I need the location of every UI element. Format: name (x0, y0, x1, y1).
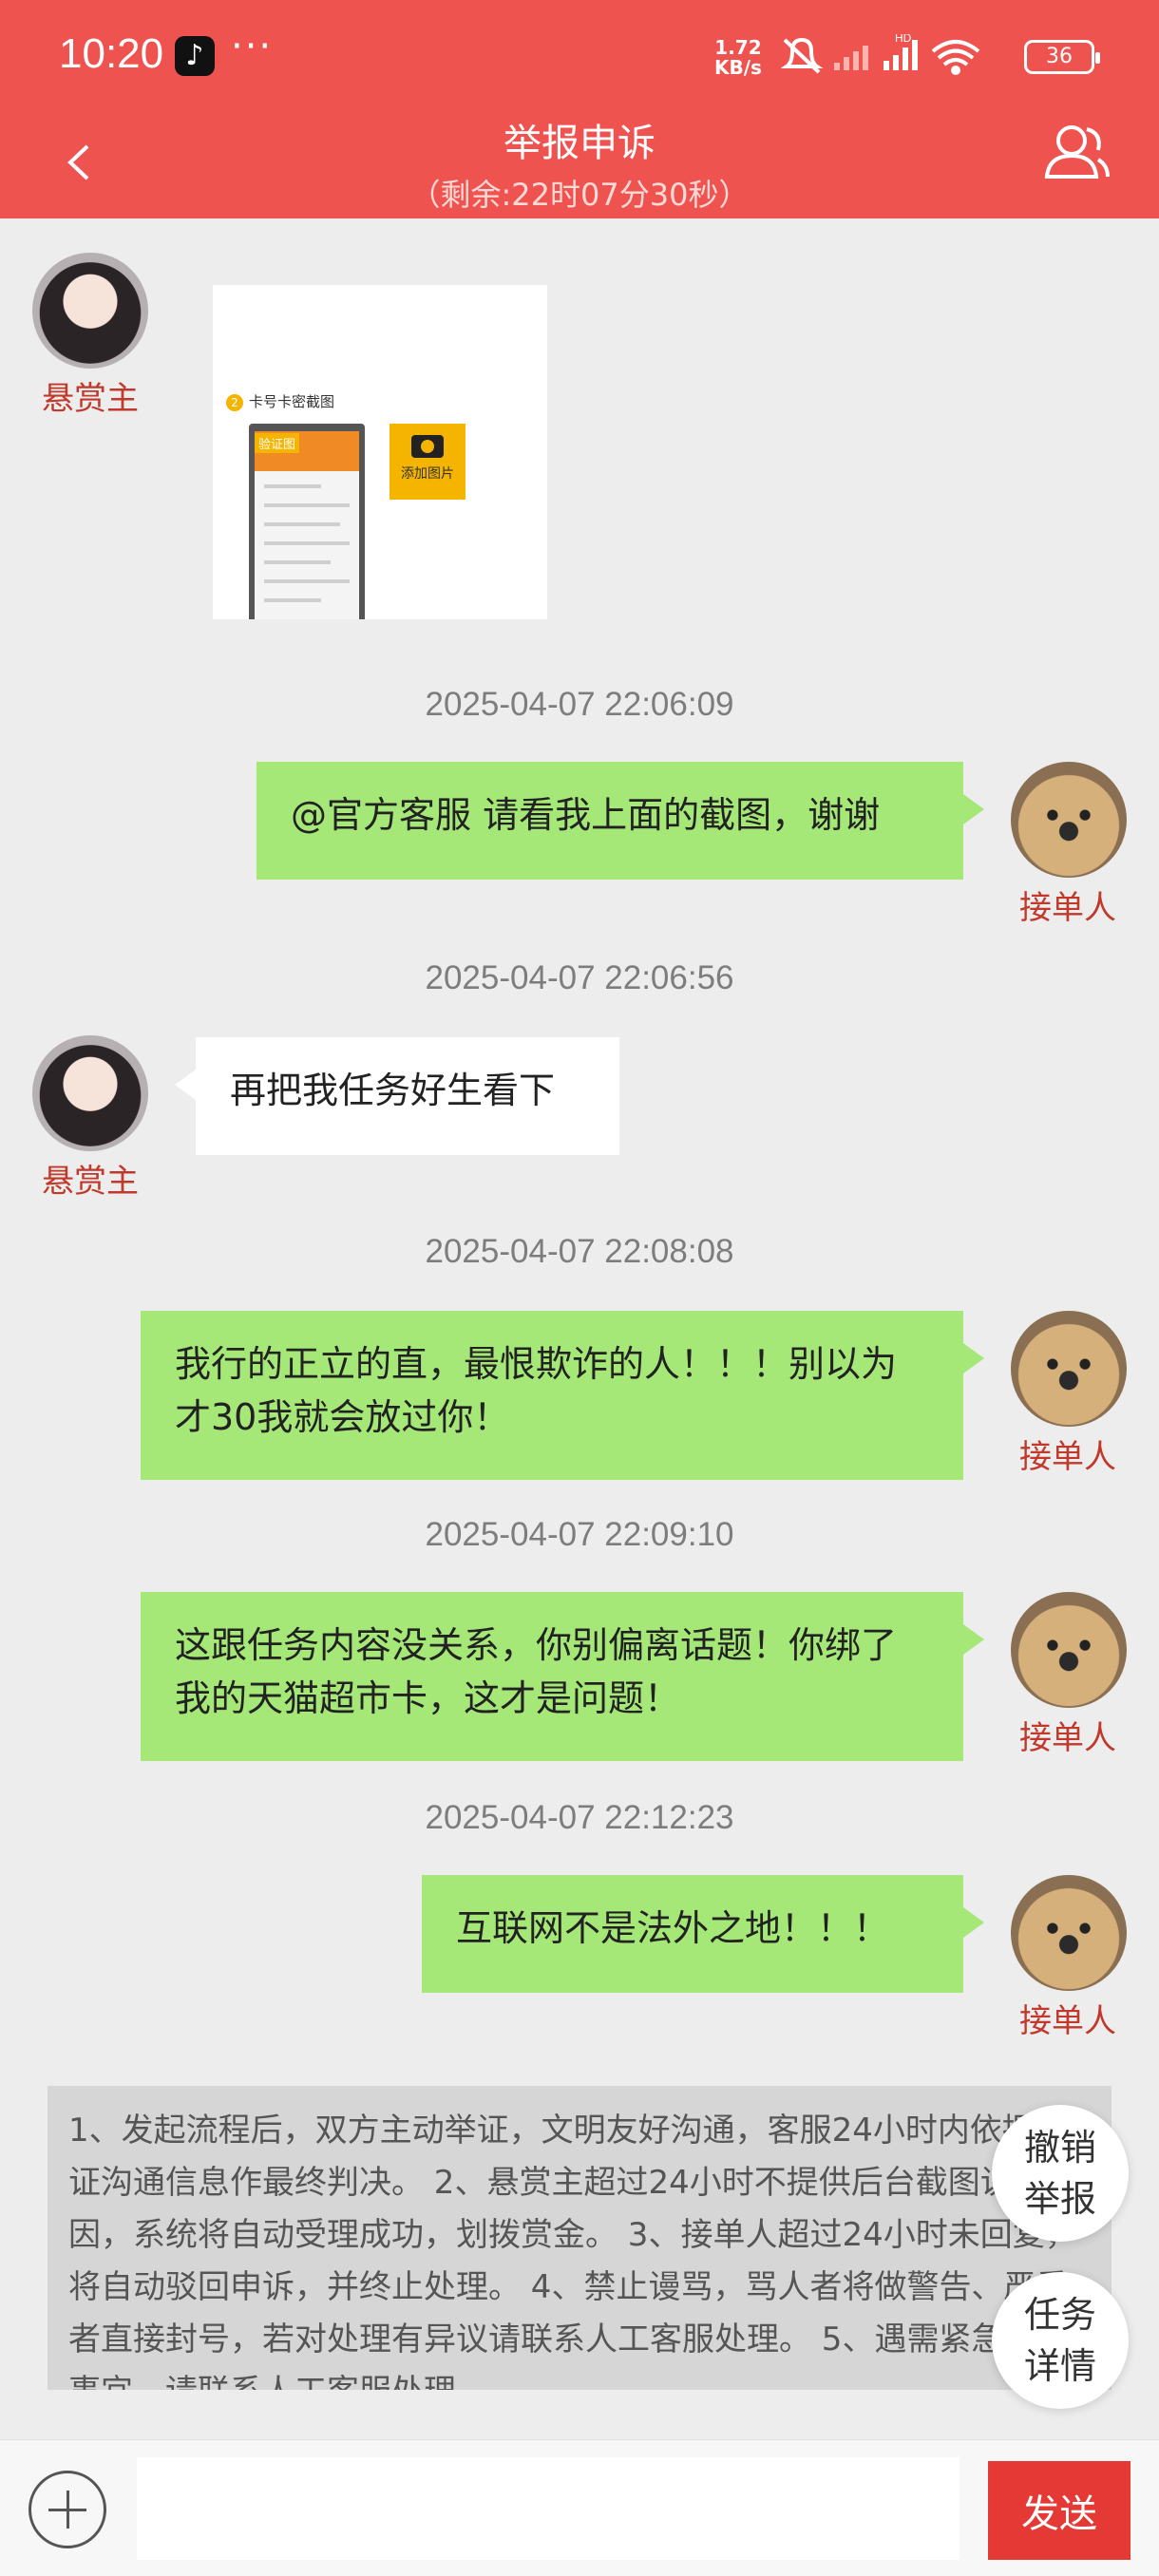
message-timestamp: 2025-04-07 22:06:56 (425, 959, 734, 996)
step-number: 2 (226, 394, 243, 411)
owner-avatar[interactable] (32, 1035, 148, 1151)
taker-role-label: 接单人 (1019, 1438, 1116, 1476)
add-image-label: 添加图片 (401, 466, 454, 482)
owner-role-label: 悬赏主 (42, 380, 139, 418)
signal-icons: HD (781, 34, 980, 75)
message-timestamp: 2025-04-07 22:08:08 (425, 1233, 734, 1270)
preview-line (264, 541, 350, 545)
taker-avatar[interactable] (1011, 1311, 1127, 1427)
owner-avatar[interactable] (32, 253, 148, 369)
task-details-button[interactable]: 任务 详情 (992, 2272, 1129, 2409)
header: 10:20 ♪ ··· 1.72 KB/s HD 36 举报申诉 （剩余:22时… (0, 0, 1159, 218)
step-label-text: 卡号卡密截图 (249, 393, 335, 410)
preview-line (264, 560, 331, 564)
owner-role-label: 悬赏主 (42, 1163, 139, 1201)
message-bubble[interactable]: 这跟任务内容没关系，你别偏离话题！你绑了我的天猫超市卡，这才是问题！ (141, 1592, 984, 1761)
step-label: 2 卡号卡密截图 (226, 391, 334, 411)
proof-tag: 验证图 (255, 433, 300, 453)
send-button[interactable]: 发送 (988, 2461, 1130, 2560)
task-details-line2: 详情 (1023, 2345, 1096, 2387)
phone-screen: 验证图 (255, 431, 359, 619)
taker-role-label: 接单人 (1019, 889, 1116, 927)
cancel-report-button[interactable]: 撤销 举报 (992, 2105, 1129, 2242)
taker-role-label: 接单人 (1019, 2002, 1116, 2040)
participants-icon[interactable] (1043, 122, 1110, 180)
signal-weak-icon (834, 46, 868, 70)
mute-icon (781, 37, 824, 74)
network-speed-value: 1.72 (714, 36, 762, 59)
message-bubble[interactable]: @官方客服 请看我上面的截图，谢谢 (256, 762, 984, 880)
rules-notice: 1、发起流程后，双方主动举证，文明友好沟通，客服24小时内依据举证沟通信息作最终… (48, 2086, 1112, 2390)
input-bar: 发送 (0, 2439, 1159, 2576)
taker-avatar[interactable] (1011, 1875, 1127, 1991)
task-details-line1: 任务 (1023, 2294, 1096, 2336)
cancel-report-line2: 举报 (1023, 2178, 1096, 2220)
message-bubble[interactable]: 再把我任务好生看下 (175, 1037, 619, 1155)
message-bubble[interactable]: 我行的正立的直，最恨欺诈的人！！！别以为才30我就会放过你！ (141, 1311, 984, 1480)
more-notifications-icon: ··· (231, 25, 274, 68)
taker-avatar[interactable] (1011, 762, 1127, 878)
message-timestamp: 2025-04-07 22:12:23 (425, 1799, 734, 1836)
message-timestamp: 2025-04-07 22:06:09 (425, 686, 734, 723)
add-image-tile: 添加图片 (390, 424, 466, 500)
phone-preview: 验证图 (249, 424, 365, 619)
add-attachment-icon[interactable] (28, 2471, 106, 2548)
countdown-subtitle: （剩余:22时07分30秒） (409, 177, 750, 213)
preview-line (264, 503, 350, 507)
message-timestamp: 2025-04-07 22:09:10 (425, 1516, 734, 1553)
message-bubble[interactable]: 互联网不是法外之地！！！ (422, 1875, 984, 1993)
message-input[interactable] (137, 2457, 960, 2560)
taker-role-label: 接单人 (1019, 1719, 1116, 1757)
wifi-icon (931, 40, 980, 75)
taker-avatar[interactable] (1011, 1592, 1127, 1708)
cancel-report-line1: 撤销 (1023, 2127, 1096, 2169)
preview-line (264, 579, 350, 583)
network-speed: 1.72 KB/s (714, 38, 762, 78)
camera-icon (411, 435, 444, 458)
preview-line (264, 598, 321, 602)
tiktok-notification-icon: ♪ (175, 36, 215, 76)
evidence-screenshot[interactable]: 2 卡号卡密截图 验证图 添加图片 (213, 285, 547, 619)
hd-label: HD (895, 34, 912, 45)
preview-line (264, 484, 321, 488)
battery-icon: 36 (1024, 40, 1100, 74)
preview-line (264, 522, 340, 526)
network-speed-unit: KB/s (714, 56, 762, 79)
status-bar: 10:20 ♪ ··· 1.72 KB/s HD 36 (0, 0, 1159, 116)
status-time: 10:20 (59, 30, 164, 77)
page-title: 举报申诉 (504, 122, 656, 165)
